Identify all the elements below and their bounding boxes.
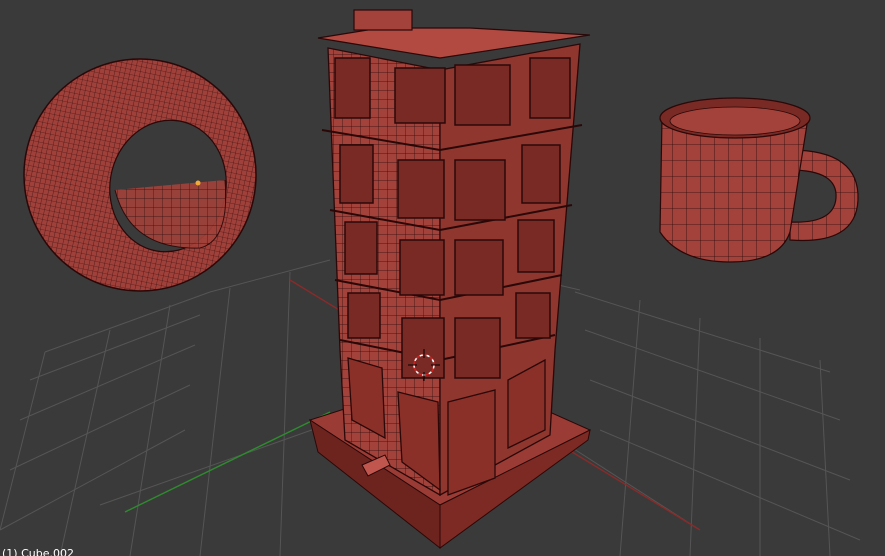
tire-origin [195,180,201,186]
3d-viewport[interactable]: (1) Cube.002 [0,0,885,556]
building-mesh[interactable] [308,9,592,550]
viewport-scene[interactable] [0,0,885,556]
active-object-label: (1) Cube.002 [2,547,74,556]
tire-mesh[interactable] [9,44,271,306]
mug-mesh[interactable] [659,97,859,263]
